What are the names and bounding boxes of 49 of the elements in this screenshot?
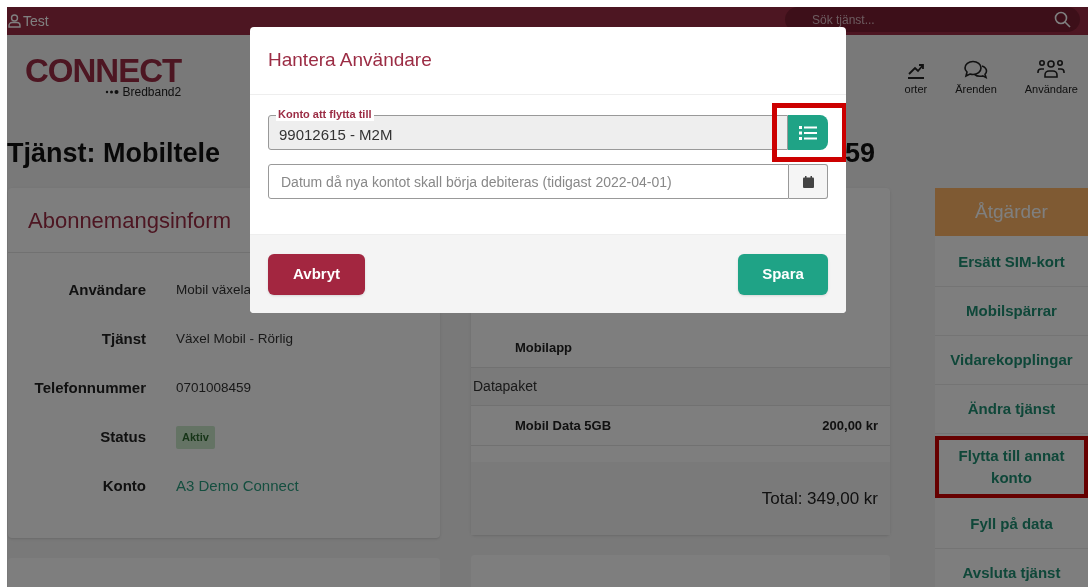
action-item[interactable]: Vidarekopplingar (935, 336, 1088, 385)
product-price: 200,00 kr (822, 416, 878, 435)
date-placeholder: Datum då nya kontot skall börja debiteras (tidigast 2022-04-01) (281, 174, 673, 189)
chart-icon (906, 63, 925, 80)
account-link[interactable]: A3 Demo Connect (176, 475, 299, 498)
logo[interactable]: CONNECT Bredband2 (25, 55, 182, 98)
action-item[interactable]: Flytta till annat konto (935, 436, 1088, 498)
search-field[interactable]: Sök tjänst... (785, 7, 1080, 32)
page-heading: Tjänst: Mobiltele (7, 136, 221, 170)
section-label: Datapaket (473, 377, 537, 396)
field-value: Växel Mobil - Rörlig (176, 330, 294, 349)
user-icon (8, 14, 21, 28)
field-label: Tjänst (100, 329, 146, 350)
save-button[interactable]: Spara (738, 254, 828, 295)
action-item[interactable]: Ersätt SIM-kort (935, 238, 1088, 287)
nav-item[interactable]: Ärenden (955, 59, 997, 98)
field-label: Användare (67, 280, 146, 301)
status-badge: Aktiv (176, 426, 215, 449)
card-title: Abonnemangsinform (28, 206, 231, 235)
search-icon[interactable] (1054, 11, 1071, 28)
nav-item[interactable]: orter (904, 63, 928, 98)
cancel-button[interactable]: Avbryt (268, 254, 365, 295)
field-value: 0701008459 (176, 379, 252, 398)
actions-header: Åtgärder (935, 188, 1088, 236)
search-placeholder: Sök tjänst... (812, 11, 875, 29)
action-item[interactable]: Ändra tjänst (935, 385, 1088, 434)
users-icon (1037, 59, 1066, 80)
calendar-icon (802, 175, 814, 188)
list-button[interactable] (788, 115, 828, 150)
modal-title: Hantera Användare (268, 48, 432, 73)
chat-icon (964, 59, 988, 80)
field-label: Status (99, 427, 146, 448)
field-value: Mobil växela (176, 281, 252, 300)
list-icon (799, 125, 817, 140)
date-field[interactable]: Datum då nya kontot skall börja debiteras (tidigast 2022-04-01) (268, 164, 789, 199)
user-name[interactable]: Test (23, 10, 49, 32)
product-name: Mobil Data 5GB (515, 416, 612, 435)
field-label: Telefonnummer (33, 378, 146, 399)
action-item[interactable]: Mobilspärrar (935, 287, 1088, 336)
field-value: 99012615 - M2M (279, 125, 393, 146)
product-name: Mobilapp (515, 338, 573, 357)
nav-item[interactable]: Användare (1024, 59, 1078, 98)
field-label: Konto (101, 476, 146, 497)
action-item[interactable]: Fyll på data (935, 500, 1088, 549)
calendar-button[interactable] (789, 164, 828, 199)
action-item[interactable]: Avsluta tjänst (935, 549, 1088, 587)
total-price: Total: 349,00 kr (761, 487, 878, 510)
field-legend: Konto att flytta till (276, 108, 374, 121)
page-heading: 59 (845, 136, 876, 170)
